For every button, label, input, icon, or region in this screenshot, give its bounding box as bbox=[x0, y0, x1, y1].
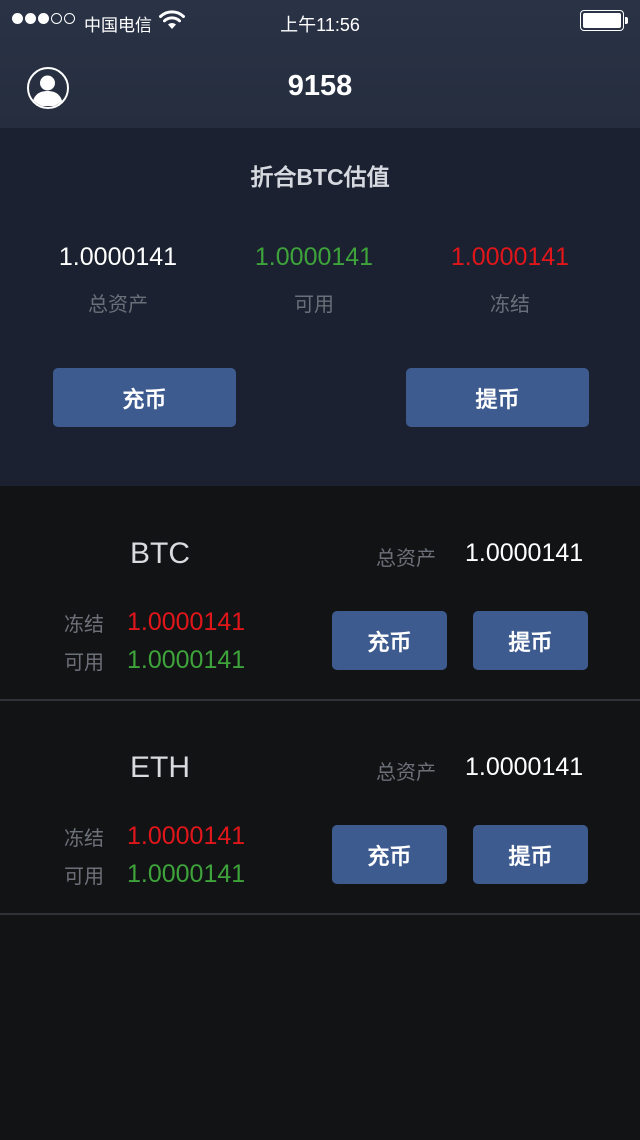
nav-bar: 9158 bbox=[0, 42, 640, 128]
summary-available-value: 1.0000141 bbox=[254, 243, 374, 271]
summary-frozen: 1.0000141 冻结 bbox=[410, 241, 610, 317]
asset-available-label: 可用 bbox=[64, 866, 104, 888]
battery-icon bbox=[580, 10, 628, 31]
eth-withdraw-button[interactable]: 提币 bbox=[473, 825, 588, 884]
eth-deposit-button[interactable]: 充币 bbox=[332, 825, 447, 884]
btc-valuation-summary: 折合BTC估值 1.0000141 总资产 1.0000141 可用 1.000… bbox=[0, 128, 640, 486]
asset-total-label: 总资产 bbox=[376, 762, 436, 784]
header: 中国电信 上午11:56 9158 bbox=[0, 0, 640, 128]
asset-available-label: 可用 bbox=[64, 652, 104, 674]
asset-total-value: 1.0000141 bbox=[465, 753, 584, 781]
summary-withdraw-button[interactable]: 提币 bbox=[406, 368, 589, 427]
coin-name: BTC bbox=[130, 537, 190, 570]
wallet-page: 中国电信 上午11:56 9158 折合BTC估值 1.0000141 总资产 … bbox=[0, 0, 640, 1140]
asset-total-label: 总资产 bbox=[376, 548, 436, 570]
summary-available-label: 可用 bbox=[294, 294, 334, 316]
summary-deposit-button[interactable]: 充币 bbox=[53, 368, 236, 427]
asset-frozen-label: 冻结 bbox=[64, 828, 104, 850]
asset-frozen-label: 冻结 bbox=[64, 614, 104, 636]
summary-available: 1.0000141 可用 bbox=[214, 241, 414, 317]
asset-total-value: 1.0000141 bbox=[465, 539, 584, 567]
summary-total-value: 1.0000141 bbox=[58, 243, 178, 271]
asset-available-value: 1.0000141 bbox=[127, 646, 246, 674]
summary-title: 折合BTC估值 bbox=[250, 164, 390, 190]
asset-row-eth: ETH 总资产 1.0000141 冻结 1.0000141 可用 1.0000… bbox=[0, 701, 640, 915]
summary-total: 1.0000141 总资产 bbox=[18, 241, 218, 317]
page-title: 9158 bbox=[287, 70, 353, 102]
summary-frozen-value: 1.0000141 bbox=[450, 243, 570, 271]
btc-deposit-button[interactable]: 充币 bbox=[332, 611, 447, 670]
asset-frozen-value: 1.0000141 bbox=[127, 822, 246, 850]
summary-total-label: 总资产 bbox=[88, 294, 148, 316]
status-time: 上午11:56 bbox=[280, 15, 360, 35]
status-bar: 中国电信 上午11:56 bbox=[0, 0, 640, 42]
asset-row-btc: BTC 总资产 1.0000141 冻结 1.0000141 可用 1.0000… bbox=[0, 487, 640, 701]
coin-name: ETH bbox=[130, 751, 190, 784]
btc-withdraw-button[interactable]: 提币 bbox=[473, 611, 588, 670]
summary-frozen-label: 冻结 bbox=[490, 294, 530, 316]
asset-available-value: 1.0000141 bbox=[127, 860, 246, 888]
asset-frozen-value: 1.0000141 bbox=[127, 608, 246, 636]
